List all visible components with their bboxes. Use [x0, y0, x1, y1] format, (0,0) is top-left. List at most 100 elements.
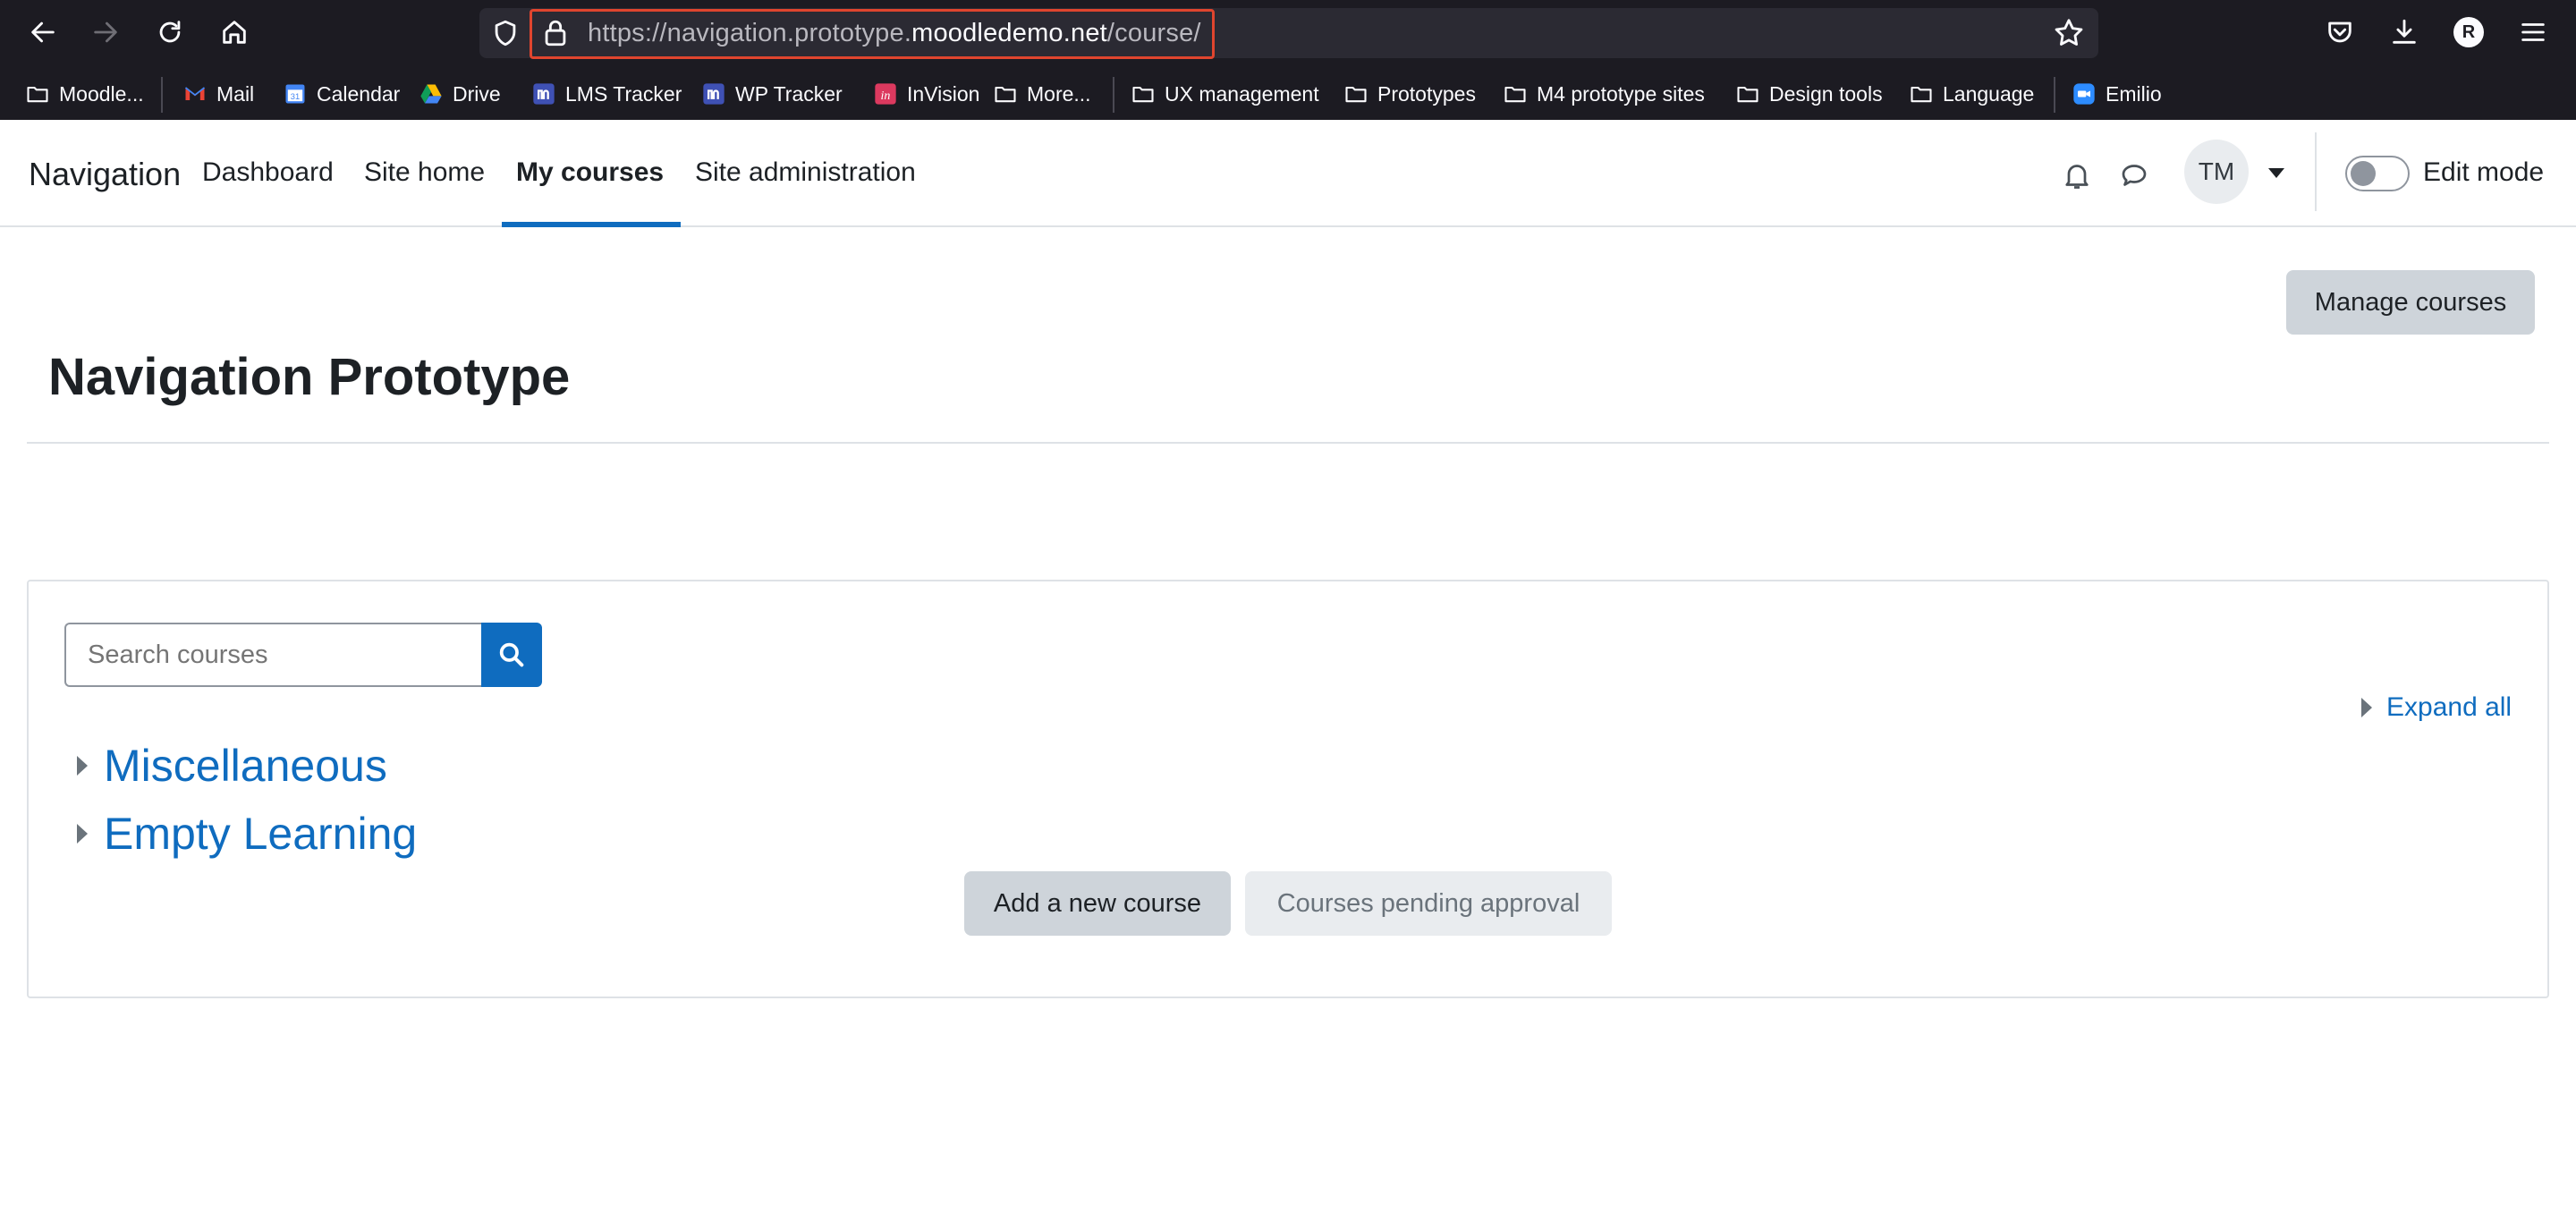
bookmark-item[interactable]: Moodle...	[25, 79, 144, 109]
lock-icon[interactable]	[540, 18, 571, 48]
invision-icon: in	[873, 81, 898, 106]
nav-link-my-courses[interactable]: My courses	[516, 157, 664, 188]
folder-icon	[1131, 81, 1156, 106]
bookmark-separator	[1113, 77, 1114, 113]
bookmark-label: WP Tracker	[735, 81, 843, 106]
menu-button[interactable]	[2515, 14, 2551, 50]
calendar-icon: 31	[283, 81, 308, 106]
back-arrow-icon	[31, 21, 55, 43]
active-tab-indicator	[502, 222, 681, 227]
bookmark-item[interactable]: Emilio	[2072, 79, 2162, 109]
svg-text:31: 31	[291, 92, 300, 101]
bookmark-star-icon[interactable]	[2052, 16, 2086, 50]
url-text[interactable]: https://navigation.prototype.moodledemo.…	[588, 18, 1201, 48]
edit-mode-label: Edit mode	[2423, 157, 2545, 187]
folder-icon	[1343, 81, 1368, 106]
pocket-icon	[2328, 21, 2351, 43]
profile-avatar[interactable]: R	[2453, 17, 2484, 47]
category-name[interactable]: Miscellaneous	[104, 740, 387, 792]
bookmark-label: Prototypes	[1377, 81, 1476, 106]
bookmark-item[interactable]: 31 Calendar	[283, 79, 400, 109]
gmail-icon	[182, 81, 208, 106]
bookmark-label: Emilio	[2106, 81, 2162, 106]
zoom-icon	[2072, 81, 2097, 106]
download-icon	[2393, 19, 2416, 44]
category-expand-icon[interactable]	[77, 824, 88, 844]
reload-button[interactable]	[150, 13, 190, 52]
folder-icon	[1503, 81, 1528, 106]
bookmark-separator	[2054, 77, 2055, 113]
tracker-icon	[701, 81, 726, 106]
shield-icon[interactable]	[490, 18, 521, 48]
search-icon	[499, 642, 524, 667]
primary-navbar: Navigation Dashboard Site home My course…	[0, 120, 2576, 227]
nav-link-site-administration[interactable]: Site administration	[695, 157, 916, 188]
bookmarks-bar: Moodle... Mail 31 Calendar Drive LMS Tracker W…	[0, 66, 2576, 120]
category-empty-learning[interactable]: Empty Learning	[77, 807, 417, 861]
header-divider	[27, 442, 2549, 444]
category-miscellaneous[interactable]: Miscellaneous	[77, 739, 387, 793]
bookmark-label: Calendar	[317, 81, 401, 106]
bookmark-item[interactable]: Drive	[419, 79, 501, 109]
browser-chrome: https://navigation.prototype.moodledemo.…	[0, 0, 2576, 120]
nav-link-dashboard[interactable]: Dashboard	[202, 157, 334, 188]
bookmark-item[interactable]: M4 prototype sites	[1503, 79, 1705, 109]
home-button[interactable]	[215, 13, 254, 52]
url-host: moodledemo.net	[911, 19, 1107, 47]
bookmark-item[interactable]: Prototypes	[1343, 79, 1476, 109]
navbar-divider	[2315, 132, 2317, 211]
category-name[interactable]: Empty Learning	[104, 808, 417, 860]
hamburger-menu-icon	[2521, 23, 2545, 41]
bookmark-label: LMS Tracker	[565, 81, 682, 106]
folder-icon	[25, 81, 50, 106]
bookmark-item[interactable]: WP Tracker	[701, 79, 843, 109]
bookmark-item[interactable]: UX management	[1131, 79, 1319, 109]
bookmark-separator	[161, 77, 163, 113]
manage-courses-button[interactable]: Manage courses	[2286, 270, 2535, 335]
drive-icon	[419, 81, 444, 106]
bookmark-item[interactable]: Design tools	[1735, 79, 1883, 109]
folder-icon	[993, 81, 1018, 106]
back-button[interactable]	[23, 13, 63, 52]
pocket-button[interactable]	[2322, 14, 2358, 50]
expand-triangle-icon	[2361, 698, 2372, 717]
bookmark-label: Drive	[453, 81, 501, 106]
folder-icon	[1735, 81, 1760, 106]
user-menu-caret-icon[interactable]	[2268, 168, 2284, 178]
site-brand[interactable]: Navigation	[29, 156, 181, 193]
bookmark-item[interactable]: Mail	[182, 79, 254, 109]
bookmark-item[interactable]: More...	[993, 79, 1091, 109]
home-icon	[223, 21, 246, 44]
expand-all-label: Expand all	[2386, 692, 2512, 722]
expand-all-link[interactable]: Expand all	[2361, 692, 2512, 723]
bookmark-label: UX management	[1165, 81, 1319, 106]
bookmark-label: InVision	[907, 81, 980, 106]
search-button[interactable]	[481, 623, 542, 687]
messages-bubble-icon[interactable]	[2118, 159, 2150, 191]
browser-toolbar: https://navigation.prototype.moodledemo.…	[0, 0, 2576, 66]
search-courses-input[interactable]	[64, 623, 481, 687]
downloads-button[interactable]	[2386, 14, 2422, 50]
notification-bell-icon[interactable]	[2061, 159, 2093, 191]
bookmark-item[interactable]: LMS Tracker	[531, 79, 682, 109]
forward-arrow-icon	[94, 21, 117, 43]
bookmark-label: M4 prototype sites	[1537, 81, 1705, 106]
bookmark-item[interactable]: in InVision	[873, 79, 979, 109]
toggle-knob	[2351, 161, 2376, 186]
bookmark-label: Moodle...	[59, 81, 144, 106]
nav-link-site-home[interactable]: Site home	[364, 157, 485, 188]
user-avatar[interactable]: TM	[2184, 140, 2249, 204]
svg-text:in: in	[881, 89, 891, 103]
add-new-course-button[interactable]: Add a new course	[964, 871, 1231, 936]
courses-pending-approval-button[interactable]: Courses pending approval	[1245, 871, 1612, 936]
category-expand-icon[interactable]	[77, 756, 88, 776]
bookmark-label: Mail	[216, 81, 255, 106]
edit-mode-toggle[interactable]	[2345, 156, 2410, 191]
tracker-icon	[531, 81, 556, 106]
reload-icon	[159, 21, 181, 43]
bookmark-item[interactable]: Language	[1909, 79, 2034, 109]
forward-button[interactable]	[86, 13, 125, 52]
bookmark-label: Language	[1943, 81, 2035, 106]
url-suffix: /course/	[1106, 19, 1201, 47]
url-prefix: https://navigation.prototype.	[588, 19, 912, 47]
